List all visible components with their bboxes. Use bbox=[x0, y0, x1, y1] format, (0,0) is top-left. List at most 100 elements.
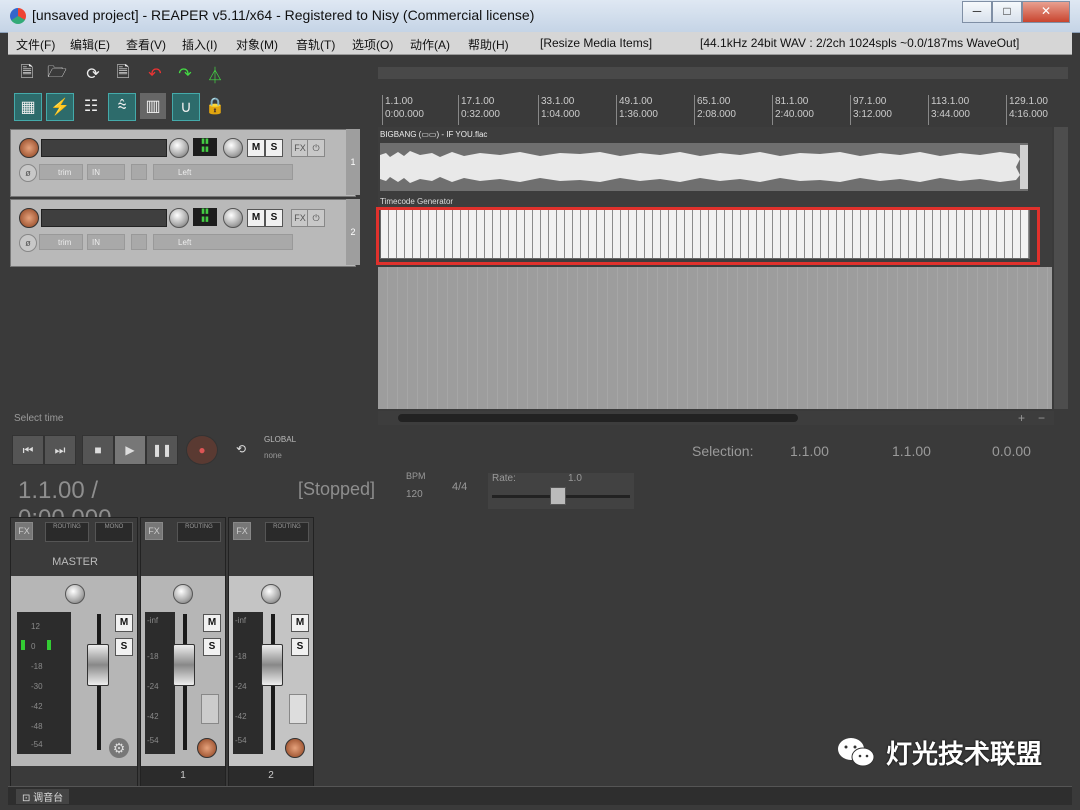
volume-fader[interactable] bbox=[261, 644, 283, 686]
selection-start[interactable]: 1.1.00 bbox=[790, 443, 829, 459]
record-arm-button[interactable] bbox=[19, 138, 39, 158]
mixer-strip-track-2[interactable]: FX ROUTING -inf -18 -24 -42 -54 M S 2 bbox=[228, 517, 314, 787]
strip-number[interactable]: 1 bbox=[141, 766, 225, 786]
volume-fader[interactable] bbox=[173, 644, 195, 686]
repeat-toggle-icon[interactable]: ⟲ bbox=[226, 435, 256, 463]
routing-button[interactable]: ROUTING bbox=[45, 522, 89, 542]
go-to-start-button[interactable]: ⏮ bbox=[12, 435, 44, 465]
horizontal-scroll-thumb[interactable] bbox=[398, 414, 798, 422]
horizontal-scrollbar[interactable]: + − bbox=[378, 411, 1054, 425]
menu-edit[interactable]: 编辑(E) bbox=[70, 36, 110, 53]
pan-knob[interactable] bbox=[173, 584, 193, 604]
open-project-icon[interactable]: 🗁 bbox=[44, 61, 70, 87]
master-fader[interactable] bbox=[87, 644, 109, 686]
mono-button[interactable]: MONO bbox=[95, 522, 133, 542]
mute-button[interactable]: M bbox=[247, 139, 265, 157]
input-select[interactable]: IN bbox=[87, 234, 125, 250]
audio-device-status[interactable]: [44.1kHz 24bit WAV : 2/2ch 1024spls ~0.0… bbox=[700, 36, 1019, 50]
lock-icon[interactable]: 🔒 bbox=[202, 93, 228, 119]
fx-button[interactable]: FX bbox=[15, 522, 33, 540]
playrate-slider[interactable] bbox=[550, 487, 566, 505]
automation-mode[interactable]: trim bbox=[39, 234, 83, 250]
menu-view[interactable]: 查看(V) bbox=[126, 36, 166, 53]
menu-help[interactable]: 帮助(H) bbox=[468, 36, 509, 53]
solo-button[interactable]: S bbox=[203, 638, 221, 656]
phase-icon[interactable]: ø bbox=[19, 164, 37, 182]
menu-track[interactable]: 音轨(T) bbox=[296, 36, 335, 53]
master-mute-button[interactable]: M bbox=[115, 614, 133, 632]
menu-actions[interactable]: 动作(A) bbox=[410, 36, 450, 53]
input-monitor-icon[interactable] bbox=[201, 694, 219, 724]
master-strip[interactable]: FX ROUTING MONO MASTER 12 0 -18 -30 -42 … bbox=[10, 517, 138, 787]
maximize-button[interactable]: □ bbox=[992, 1, 1022, 23]
menu-options[interactable]: 选项(O) bbox=[352, 36, 393, 53]
play-button[interactable]: ▶ bbox=[114, 435, 146, 465]
item-grouping-icon[interactable]: ☷ bbox=[78, 93, 104, 119]
menu-item-object[interactable]: 对象(M) bbox=[236, 36, 278, 53]
top-scroll-area[interactable] bbox=[378, 67, 1068, 79]
record-input-select[interactable]: Left bbox=[153, 164, 293, 180]
settings-gear-icon[interactable]: ⚙ bbox=[109, 738, 129, 758]
grid-toggle-icon[interactable]: ▦ bbox=[14, 93, 42, 121]
automation-mode[interactable]: trim bbox=[39, 164, 83, 180]
undo-icon[interactable]: ↶ bbox=[142, 61, 168, 87]
mute-button[interactable]: M bbox=[203, 614, 221, 632]
volume-knob[interactable] bbox=[169, 138, 189, 158]
pan-knob[interactable] bbox=[261, 584, 281, 604]
redo-icon[interactable]: ↷ bbox=[172, 61, 198, 87]
record-button[interactable]: ● bbox=[186, 435, 218, 465]
track-panel-1[interactable]: ▮▮ ▮▮ M S FX ⏻ ø trim IN Left bbox=[10, 129, 356, 197]
media-item-timecode-generator[interactable] bbox=[380, 209, 1030, 259]
selection-length[interactable]: 0.0.00 bbox=[992, 443, 1031, 459]
timeline-ruler[interactable]: 1.1.00 0:00.000 17.1.00 0:32.000 33.1.00 1:… bbox=[378, 95, 1052, 127]
track-name-field[interactable] bbox=[41, 139, 167, 157]
volume-knob[interactable] bbox=[169, 208, 189, 228]
master-solo-button[interactable]: S bbox=[115, 638, 133, 656]
solo-button[interactable]: S bbox=[265, 139, 283, 157]
global-automation-value[interactable]: none bbox=[264, 451, 282, 460]
empty-lane-area[interactable] bbox=[378, 267, 1052, 409]
fx-bypass-button[interactable]: ⏻ bbox=[307, 209, 325, 227]
solo-button[interactable]: S bbox=[265, 209, 283, 227]
pan-knob[interactable] bbox=[223, 138, 243, 158]
vertical-scrollbar[interactable] bbox=[1054, 127, 1068, 409]
new-project-icon[interactable]: 🗎 bbox=[14, 61, 40, 87]
snap-toggle-icon[interactable]: ⚡ bbox=[46, 93, 74, 121]
track-panel-2[interactable]: ▮▮ ▮▮ M S FX ⏻ ø trim IN Left bbox=[10, 199, 356, 267]
bpm-value[interactable]: 120 bbox=[406, 489, 423, 500]
master-pan-knob[interactable] bbox=[65, 584, 85, 604]
selection-end[interactable]: 1.1.00 bbox=[892, 443, 931, 459]
monitor-toggle[interactable] bbox=[131, 164, 147, 180]
metronome-icon[interactable]: ⏃ bbox=[202, 61, 228, 87]
pause-button[interactable]: ❚❚ bbox=[146, 435, 178, 465]
mixer-strip-track-1[interactable]: FX ROUTING -inf -18 -24 -42 -54 M S 1 bbox=[140, 517, 226, 787]
time-signature[interactable]: 4/4 bbox=[452, 481, 467, 493]
zoom-out-horizontal-icon[interactable]: − bbox=[1038, 411, 1045, 425]
fx-bypass-button[interactable]: ⏻ bbox=[307, 139, 325, 157]
track-number[interactable]: 1 bbox=[346, 129, 360, 195]
solo-button[interactable]: S bbox=[291, 638, 309, 656]
zoom-in-horizontal-icon[interactable]: + bbox=[1018, 411, 1025, 425]
go-to-end-button[interactable]: ⏭ bbox=[44, 435, 76, 465]
fx-button[interactable]: FX bbox=[233, 522, 251, 540]
record-arm-button[interactable] bbox=[197, 738, 217, 758]
record-input-select[interactable]: Left bbox=[153, 234, 293, 250]
arrange-view[interactable]: BIGBANG (▭▭) - IF YOU.flac Timecode Gene… bbox=[378, 127, 1052, 409]
pan-knob[interactable] bbox=[223, 208, 243, 228]
input-monitor-icon[interactable] bbox=[289, 694, 307, 724]
zoom-in-icon[interactable] bbox=[1056, 423, 1066, 443]
media-item-bigbang[interactable]: BIGBANG (▭▭) - IF YOU.flac bbox=[380, 129, 1028, 191]
routing-button[interactable]: ROUTING bbox=[265, 522, 309, 542]
mixer-tab[interactable]: ⊡ 调音台 bbox=[16, 789, 70, 804]
fx-button[interactable]: FX bbox=[145, 522, 163, 540]
input-select[interactable]: IN bbox=[87, 164, 125, 180]
mute-button[interactable]: M bbox=[291, 614, 309, 632]
record-arm-button[interactable] bbox=[19, 208, 39, 228]
close-button[interactable]: ✕ bbox=[1022, 1, 1070, 23]
auto-crossfade-icon[interactable]: ∪ bbox=[172, 93, 200, 121]
ripple-edit-icon[interactable]: ⩯ bbox=[108, 93, 136, 121]
minimize-button[interactable]: ─ bbox=[962, 1, 992, 23]
monitor-toggle[interactable] bbox=[131, 234, 147, 250]
menu-insert[interactable]: 插入(I) bbox=[182, 36, 217, 53]
strip-number[interactable]: 2 bbox=[229, 766, 313, 786]
